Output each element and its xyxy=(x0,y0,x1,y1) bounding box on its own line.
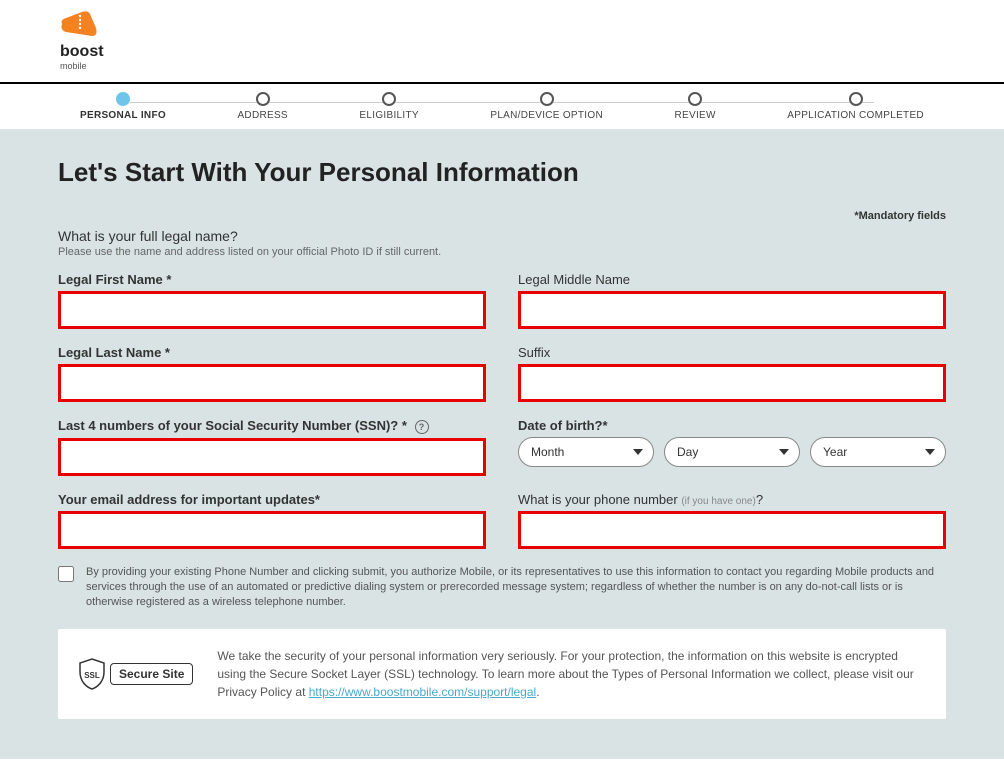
mandatory-note: *Mandatory fields xyxy=(58,210,946,222)
suffix-label: Suffix xyxy=(518,345,946,360)
ssn-label: Last 4 numbers of your Social Security N… xyxy=(58,418,486,434)
header: boost mobile xyxy=(0,0,1004,82)
step-circle-icon xyxy=(116,92,130,106)
secure-site-box: SSL Secure Site We take the security of … xyxy=(58,629,946,719)
shield-icon: SSL xyxy=(78,658,106,690)
name-question: What is your full legal name? xyxy=(58,228,946,244)
page-title: Let's Start With Your Personal Informati… xyxy=(58,157,946,188)
svg-text:SSL: SSL xyxy=(84,671,100,680)
last-name-input[interactable] xyxy=(58,364,486,402)
ssn-input[interactable] xyxy=(58,438,486,476)
step-address[interactable]: ADDRESS xyxy=(237,92,287,121)
middle-name-input[interactable] xyxy=(518,291,946,329)
help-icon[interactable]: ? xyxy=(415,420,429,434)
step-circle-icon xyxy=(849,92,863,106)
dob-day-select[interactable]: Day xyxy=(664,437,800,467)
phone-label: What is your phone number (if you have o… xyxy=(518,492,946,507)
dob-month-select[interactable]: Month xyxy=(518,437,654,467)
suffix-input[interactable] xyxy=(518,364,946,402)
logo-subtext: mobile xyxy=(60,61,104,71)
first-name-input[interactable] xyxy=(58,291,486,329)
step-plan-device[interactable]: PLAN/DEVICE OPTION xyxy=(490,92,603,121)
step-review[interactable]: REVIEW xyxy=(675,92,716,121)
logo-text: boost xyxy=(60,43,104,61)
step-circle-icon xyxy=(688,92,702,106)
consent-row: By providing your existing Phone Number … xyxy=(58,565,946,611)
step-completed[interactable]: APPLICATION COMPLETED xyxy=(787,92,924,121)
step-circle-icon xyxy=(540,92,554,106)
logo[interactable]: boost mobile xyxy=(60,10,104,71)
last-name-label: Legal Last Name * xyxy=(58,345,486,360)
first-name-label: Legal First Name * xyxy=(58,272,486,287)
secure-text: We take the security of your personal in… xyxy=(217,647,926,701)
dob-year-select[interactable]: Year xyxy=(810,437,946,467)
step-personal-info[interactable]: PERSONAL INFO xyxy=(80,92,166,121)
step-circle-icon xyxy=(382,92,396,106)
main-form-area: Let's Start With Your Personal Informati… xyxy=(0,129,1004,759)
consent-text: By providing your existing Phone Number … xyxy=(86,565,946,611)
consent-checkbox[interactable] xyxy=(58,566,74,582)
email-input[interactable] xyxy=(58,511,486,549)
name-question-sub: Please use the name and address listed o… xyxy=(58,246,946,258)
boost-logo-icon xyxy=(60,10,100,38)
phone-input[interactable] xyxy=(518,511,946,549)
email-label: Your email address for important updates… xyxy=(58,492,486,507)
privacy-policy-link[interactable]: https://www.boostmobile.com/support/lega… xyxy=(309,685,536,699)
step-eligibility[interactable]: ELIGIBILITY xyxy=(359,92,418,121)
progress-steps: PERSONAL INFO ADDRESS ELIGIBILITY PLAN/D… xyxy=(0,84,1004,129)
step-circle-icon xyxy=(256,92,270,106)
ssl-badge: SSL Secure Site xyxy=(78,658,193,690)
dob-label: Date of birth?* xyxy=(518,418,946,433)
middle-name-label: Legal Middle Name xyxy=(518,272,946,287)
secure-site-pill: Secure Site xyxy=(110,663,193,685)
